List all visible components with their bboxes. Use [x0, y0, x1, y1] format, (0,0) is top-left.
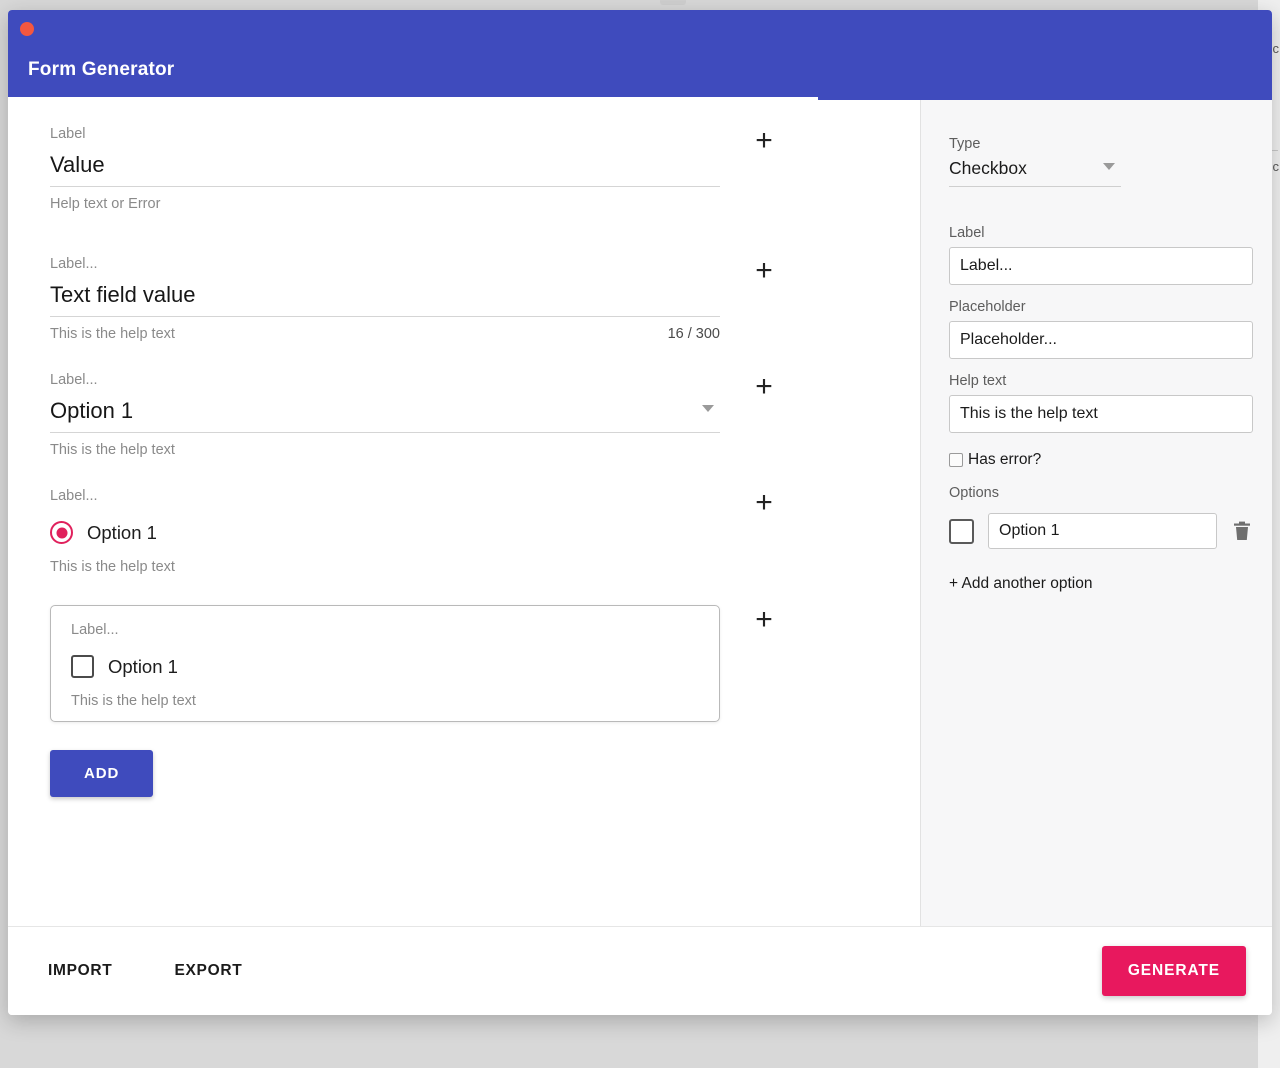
add-field-icon[interactable]: + [734, 126, 794, 156]
field-label: Label... [50, 487, 98, 504]
field-counter: 16 / 300 [667, 325, 720, 342]
form-field-row[interactable]: Label... Text field value This is the he… [8, 255, 920, 342]
field-preview-select[interactable]: Label... Option 1 This is the help text [50, 372, 720, 458]
radio-selected-icon[interactable] [50, 521, 73, 545]
field-help-row: This is the help text 16 / 300 [50, 326, 720, 342]
placeholder-field-label: Placeholder [949, 299, 1026, 315]
help-text-field-label: Help text [949, 373, 1007, 389]
field-help-row: This is the help text [50, 442, 720, 458]
has-error-label: Has error? [968, 451, 1042, 468]
has-error-checkbox[interactable] [949, 453, 963, 467]
field-label: Label... [50, 255, 98, 272]
field-help-text: Help text or Error [50, 195, 161, 212]
app-body: Label Value Help text or Error + Label..… [8, 100, 1272, 927]
add-field-icon[interactable]: + [734, 605, 794, 635]
form-field-row[interactable]: Label... Option 1 This is the help text … [8, 487, 920, 575]
label-input[interactable] [949, 247, 1253, 285]
add-button[interactable]: ADD [50, 750, 154, 798]
field-value-wrapper[interactable]: Option 1 [50, 397, 720, 432]
export-button[interactable]: EXPORT [174, 962, 242, 980]
generate-button[interactable]: GENERATE [1101, 946, 1246, 996]
option-value-input[interactable] [988, 513, 1217, 549]
field-help-text: This is the help text [50, 441, 175, 458]
field-help-row: Help text or Error [50, 196, 720, 212]
radio-option-label: Option 1 [87, 521, 157, 543]
app-window: Form Generator Label Value Help text or … [8, 10, 1272, 1015]
add-field-icon[interactable]: + [734, 487, 794, 518]
background-glyph-top: c [1272, 41, 1280, 56]
checkbox-option-row[interactable]: Option 1 [71, 647, 699, 684]
field-preview-radio[interactable]: Label... Option 1 This is the help text [50, 488, 720, 575]
background-glyph-mid: c [1272, 159, 1280, 174]
import-button[interactable]: IMPORT [48, 962, 112, 980]
option-checkbox-icon[interactable] [949, 518, 974, 544]
field-preview-text[interactable]: Label... Text field value This is the he… [50, 256, 720, 342]
form-canvas: Label Value Help text or Error + Label..… [8, 100, 920, 926]
add-option-button[interactable]: + Add another option [949, 575, 1093, 593]
form-field-row-selected[interactable]: Label... Option 1 This is the help text … [8, 605, 920, 723]
chevron-down-icon[interactable] [702, 405, 714, 413]
field-value[interactable]: Value [50, 151, 720, 186]
field-preview-checkbox[interactable]: Label... Option 1 This is the help text [50, 605, 720, 723]
placeholder-input[interactable] [949, 321, 1253, 359]
field-label: Label... [71, 622, 119, 639]
add-field-icon[interactable]: + [734, 371, 794, 402]
field-underline [50, 431, 720, 433]
checkbox-option-label: Option 1 [108, 655, 178, 677]
options-label: Options [949, 485, 999, 501]
field-help-row: This is the help text [50, 559, 720, 575]
field-value: Option 1 [50, 398, 134, 424]
field-label: Label [50, 126, 86, 142]
help-text-input[interactable] [949, 395, 1253, 433]
field-underline [50, 185, 720, 187]
field-value[interactable]: Text field value [50, 281, 720, 316]
field-help-text: This is the help text [50, 325, 175, 342]
top-notch [660, 0, 686, 5]
option-row[interactable] [949, 513, 1253, 549]
trash-icon[interactable] [1231, 521, 1253, 541]
form-field-row[interactable]: Label Value Help text or Error + [8, 126, 920, 212]
app-title: Form Generator [28, 59, 175, 80]
add-field-icon[interactable]: + [734, 255, 794, 286]
chevron-down-icon[interactable] [1103, 163, 1115, 170]
screen: c c Form Generator Label Value Help text… [0, 0, 1280, 1068]
title-bar: Form Generator [8, 10, 1272, 100]
field-help-text: This is the help text [50, 559, 175, 576]
radio-option-row[interactable]: Option 1 [50, 513, 720, 550]
field-label: Label... [50, 371, 98, 388]
field-help-text: This is the help text [71, 693, 196, 710]
add-button-wrapper: ADD [8, 722, 920, 798]
field-preview-text[interactable]: Label Value Help text or Error [50, 126, 720, 212]
type-select-value: Checkbox [949, 158, 1027, 178]
type-select[interactable]: Checkbox [949, 158, 1121, 187]
has-error-row[interactable]: Has error? [949, 451, 1253, 469]
close-dot-icon[interactable] [20, 22, 34, 36]
form-field-row[interactable]: Label... Option 1 This is the help text … [8, 371, 920, 458]
checkbox-unchecked-icon[interactable] [71, 655, 94, 679]
footer-bar: IMPORT EXPORT GENERATE [8, 927, 1272, 1015]
field-help-row: This is the help text [71, 693, 699, 709]
inspector-sidebar: Type Checkbox Label Placeholder Help tex… [920, 100, 1272, 926]
label-field-label: Label [949, 225, 985, 241]
type-label: Type [949, 136, 981, 152]
field-underline [50, 315, 720, 317]
